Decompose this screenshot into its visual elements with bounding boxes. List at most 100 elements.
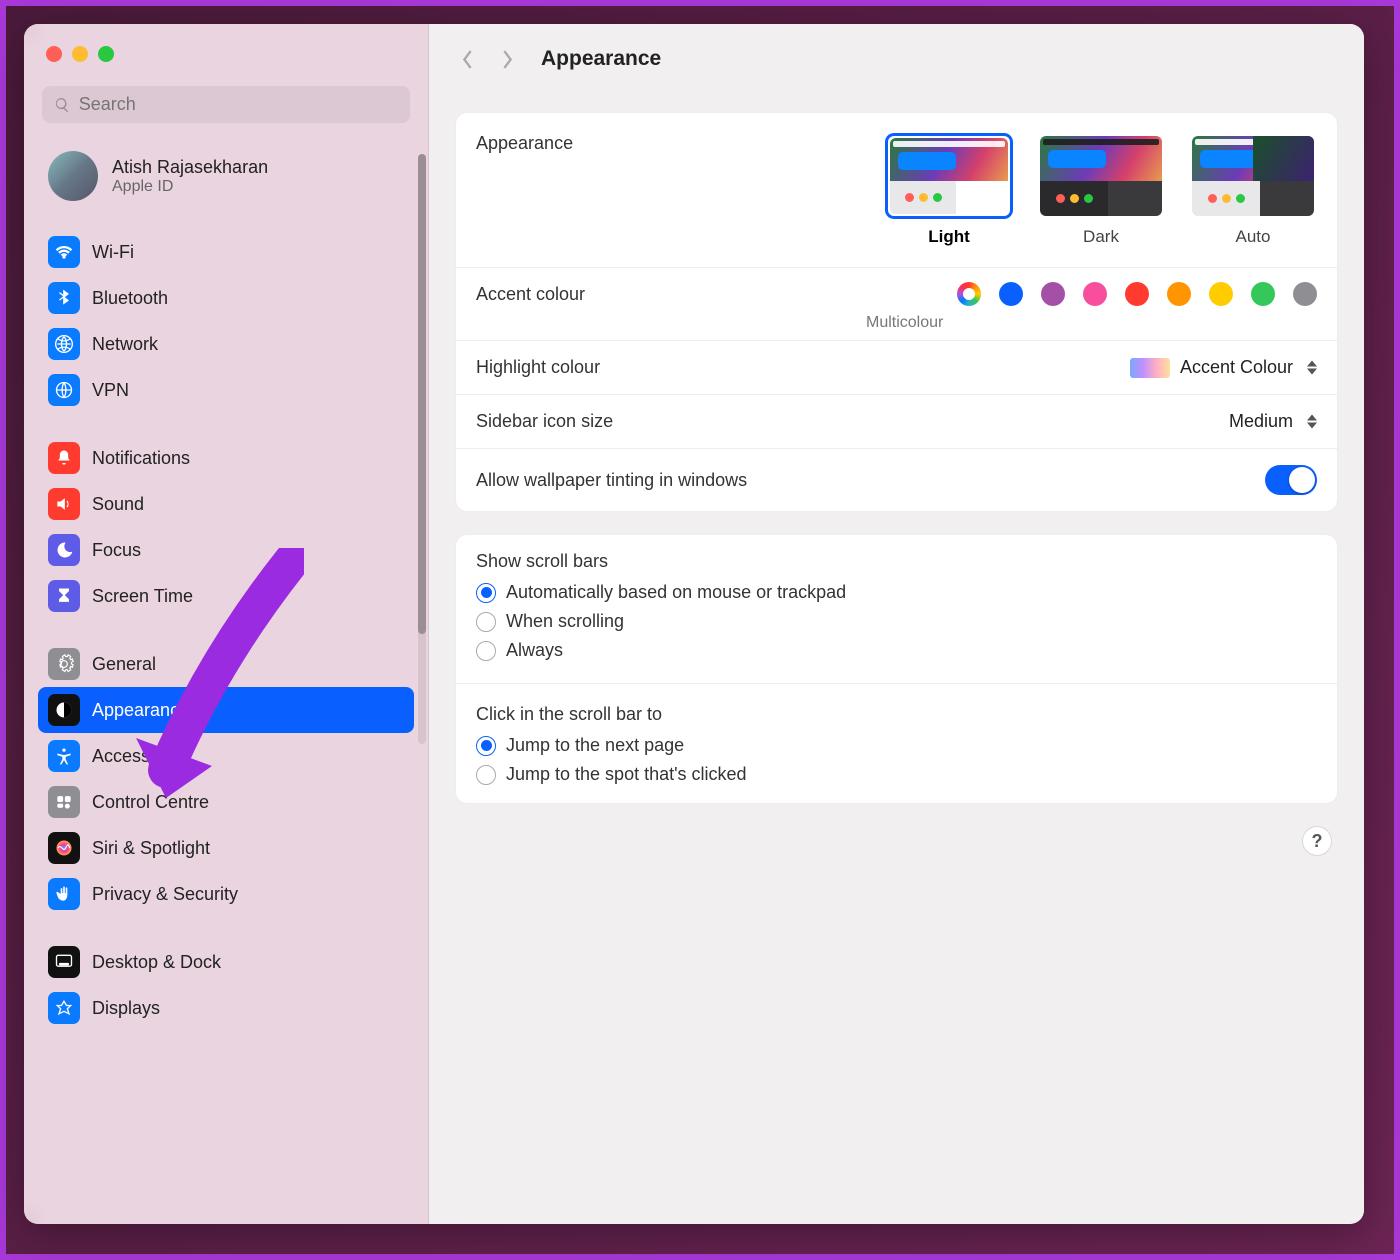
- bell-icon: [48, 442, 80, 474]
- fullscreen-button[interactable]: [98, 46, 114, 62]
- help-button[interactable]: ?: [1302, 826, 1332, 856]
- sidebar-item-label: Network: [92, 334, 158, 355]
- search-input[interactable]: [79, 94, 398, 115]
- appearance-options: Light Dark Auto: [885, 133, 1317, 247]
- click-radio-0[interactable]: Jump to the next page: [476, 731, 1317, 760]
- bluetooth-icon: [48, 282, 80, 314]
- highlight-swatch-icon: [1130, 358, 1170, 378]
- highlight-select[interactable]: Accent Colour: [1130, 357, 1317, 378]
- scroll-radio-1[interactable]: When scrolling: [476, 607, 1317, 636]
- radio-label: Jump to the next page: [506, 735, 684, 756]
- accent-dots: [957, 282, 1317, 306]
- radio-label: Jump to the spot that's clicked: [506, 764, 747, 785]
- titlebar: Appearance: [429, 24, 1364, 94]
- avatar: [48, 151, 98, 201]
- sidebar-item-accessibility[interactable]: Accessibility: [38, 733, 414, 779]
- sidebar-size-select[interactable]: Medium: [1229, 411, 1317, 432]
- hand-icon: [48, 878, 80, 910]
- dock-icon: [48, 946, 80, 978]
- sidebar-item-label: Privacy & Security: [92, 884, 238, 905]
- accent-color-ff3b30[interactable]: [1125, 282, 1149, 306]
- profile-row[interactable]: Atish Rajasekharan Apple ID: [38, 145, 414, 207]
- sidebar-size-label: Sidebar icon size: [476, 411, 613, 432]
- sidebar-item-general[interactable]: General: [38, 641, 414, 687]
- sidebar-item-label: Bluetooth: [92, 288, 168, 309]
- sidebar-item-label: VPN: [92, 380, 129, 401]
- sidebar-item-label: Desktop & Dock: [92, 952, 221, 973]
- radio-icon: [476, 736, 496, 756]
- scroll-title: Show scroll bars: [456, 535, 1337, 578]
- radio-icon: [476, 583, 496, 603]
- accent-color-8e8e93[interactable]: [1293, 282, 1317, 306]
- accent-label: Accent colour: [476, 284, 585, 305]
- sidebar-item-label: Wi-Fi: [92, 242, 134, 263]
- accessibility-icon: [48, 740, 80, 772]
- siri-icon: [48, 832, 80, 864]
- chevron-left-icon: [461, 49, 474, 70]
- search-box[interactable]: [42, 86, 410, 123]
- accent-color-0a60ff[interactable]: [999, 282, 1023, 306]
- accent-sub-label: Multicolour: [476, 314, 1317, 332]
- radio-label: Automatically based on mouse or trackpad: [506, 582, 846, 603]
- gear-icon: [48, 648, 80, 680]
- accent-color-ffcc00[interactable]: [1209, 282, 1233, 306]
- appearance-icon: [48, 694, 80, 726]
- sidebar-item-control-centre[interactable]: Control Centre: [38, 779, 414, 825]
- radio-icon: [476, 612, 496, 632]
- appearance-label: Appearance: [476, 133, 573, 154]
- sidebar-item-appearance[interactable]: Appearance: [38, 687, 414, 733]
- profile-name: Atish Rajasekharan: [112, 157, 268, 178]
- appearance-option-label: Dark: [1037, 227, 1165, 247]
- back-button[interactable]: [453, 45, 481, 73]
- tinting-switch[interactable]: [1265, 465, 1317, 495]
- radio-icon: [476, 765, 496, 785]
- search-icon: [54, 96, 71, 114]
- click-radio-1[interactable]: Jump to the spot that's clicked: [476, 760, 1317, 789]
- appearance-option-light[interactable]: Light: [885, 133, 1013, 247]
- wifi-icon: [48, 236, 80, 268]
- sidebar-item-sound[interactable]: Sound: [38, 481, 414, 527]
- sidebar-item-focus[interactable]: Focus: [38, 527, 414, 573]
- control-icon: [48, 786, 80, 818]
- sidebar-item-label: Sound: [92, 494, 144, 515]
- sidebar-item-desktop-dock[interactable]: Desktop & Dock: [38, 939, 414, 985]
- sidebar-item-label: Focus: [92, 540, 141, 561]
- appearance-option-dark[interactable]: Dark: [1037, 133, 1165, 247]
- moon-icon: [48, 534, 80, 566]
- sidebar-size-value: Medium: [1229, 411, 1293, 432]
- network-icon: [48, 328, 80, 360]
- appearance-option-auto[interactable]: Auto: [1189, 133, 1317, 247]
- appearance-option-label: Auto: [1189, 227, 1317, 247]
- tinting-label: Allow wallpaper tinting in windows: [476, 470, 747, 491]
- sidebar-item-displays[interactable]: Displays: [38, 985, 414, 1031]
- sidebar-scrollbar[interactable]: [418, 154, 426, 744]
- sidebar-item-vpn[interactable]: VPN: [38, 367, 414, 413]
- accent-color-multicolour[interactable]: [957, 282, 981, 306]
- sidebar-item-privacy-security[interactable]: Privacy & Security: [38, 871, 414, 917]
- sidebar-item-siri-spotlight[interactable]: Siri & Spotlight: [38, 825, 414, 871]
- content: Appearance Light Dark: [429, 94, 1364, 1224]
- appearance-card: Appearance Light Dark: [455, 112, 1338, 512]
- accent-color-a550a7[interactable]: [1041, 282, 1065, 306]
- sidebar-item-network[interactable]: Network: [38, 321, 414, 367]
- accent-color-f74f9e[interactable]: [1083, 282, 1107, 306]
- hourglass-icon: [48, 580, 80, 612]
- sidebar-scrollbar-thumb[interactable]: [418, 154, 426, 634]
- sidebar-item-label: General: [92, 654, 156, 675]
- displays-icon: [48, 992, 80, 1024]
- accent-color-34c759[interactable]: [1251, 282, 1275, 306]
- sidebar-item-bluetooth[interactable]: Bluetooth: [38, 275, 414, 321]
- sidebar-item-notifications[interactable]: Notifications: [38, 435, 414, 481]
- close-button[interactable]: [46, 46, 62, 62]
- sidebar-item-label: Screen Time: [92, 586, 193, 607]
- appearance-option-label: Light: [885, 227, 1013, 247]
- minimize-button[interactable]: [72, 46, 88, 62]
- scroll-radio-2[interactable]: Always: [476, 636, 1317, 665]
- forward-button[interactable]: [493, 45, 521, 73]
- radio-label: When scrolling: [506, 611, 624, 632]
- scroll-radio-0[interactable]: Automatically based on mouse or trackpad: [476, 578, 1317, 607]
- highlight-label: Highlight colour: [476, 357, 600, 378]
- sidebar-item-wi-fi[interactable]: Wi-Fi: [38, 229, 414, 275]
- sidebar-item-screen-time[interactable]: Screen Time: [38, 573, 414, 619]
- accent-color-ff9500[interactable]: [1167, 282, 1191, 306]
